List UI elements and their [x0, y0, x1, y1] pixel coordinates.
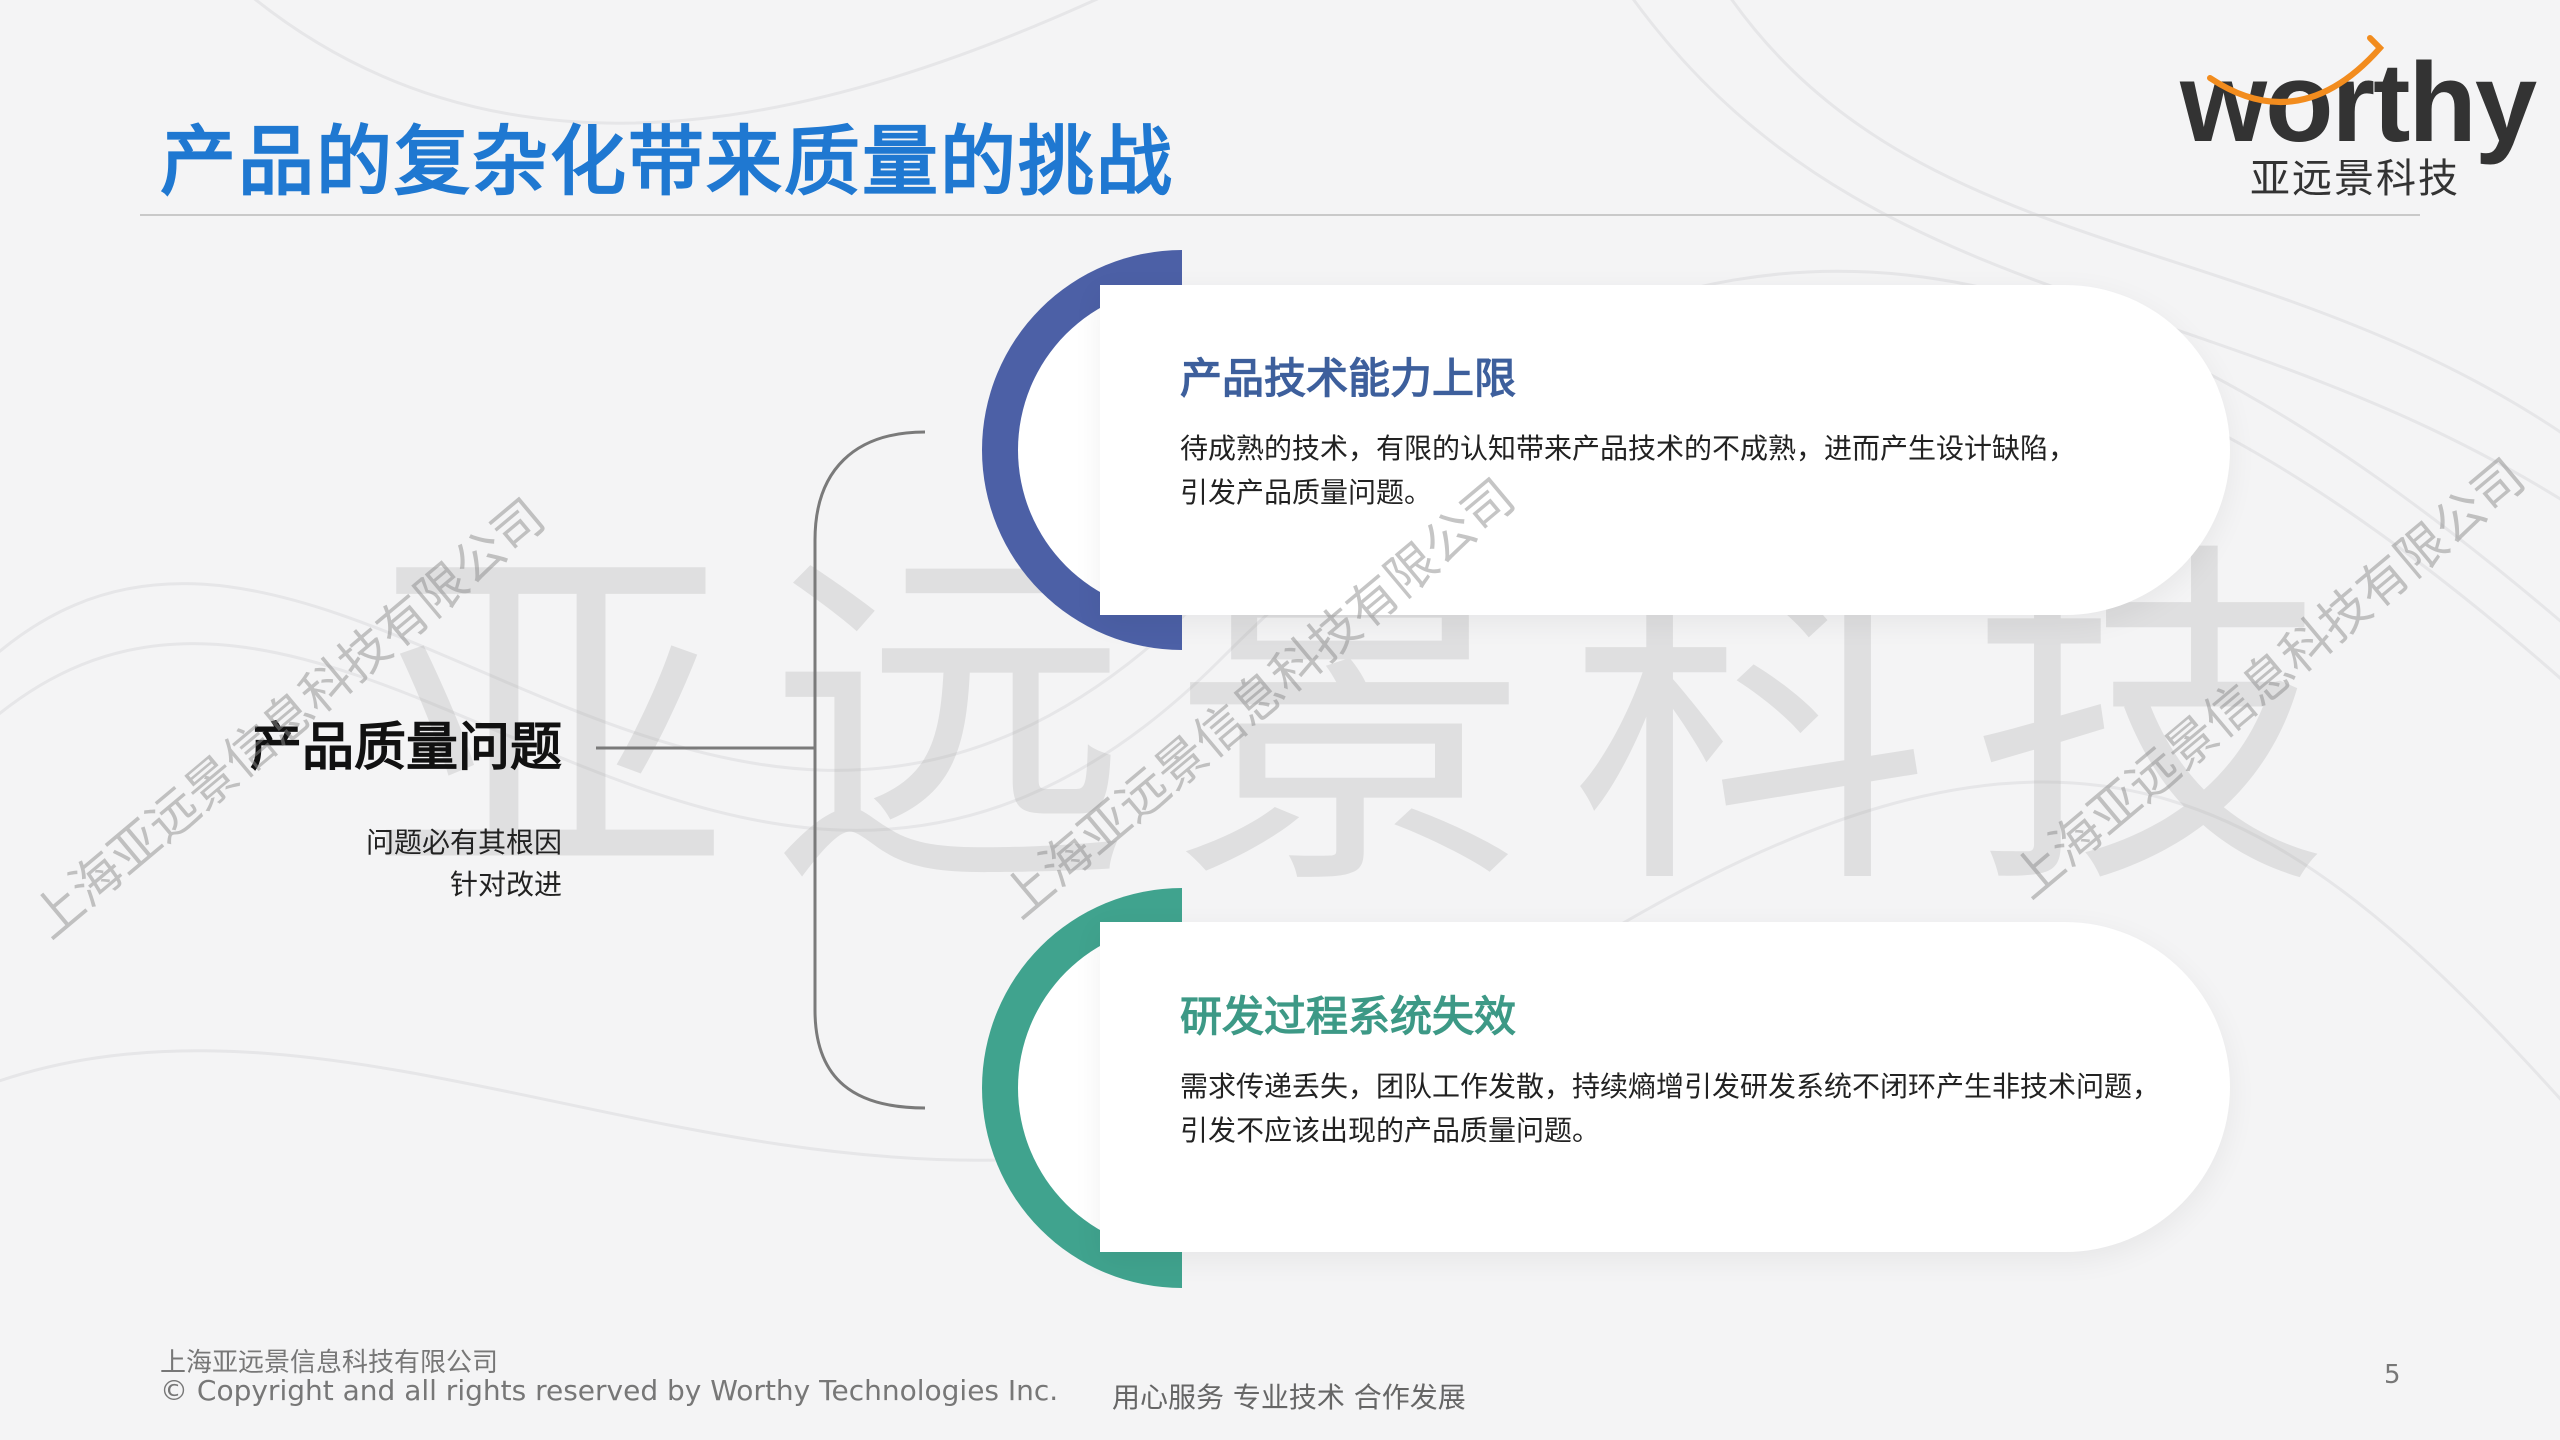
footer-slogan: 用心服务 专业技术 合作发展: [1112, 1381, 1466, 1414]
card-body: 需求传递丢失，团队工作发散，持续熵增引发研发系统不闭环产生非技术问题， 引发不应…: [1180, 1065, 2160, 1153]
page-number: 5: [2384, 1360, 2401, 1390]
left-panel-line: 针对改进: [449, 868, 562, 901]
card-title: 研发过程系统失效: [1180, 992, 1517, 1041]
left-panel-line: 问题必有其根因: [365, 826, 562, 859]
left-panel-subtext: 问题必有其根因 针对改进: [366, 822, 562, 906]
card-body: 待成熟的技术，有限的认知带来产品技术的不成熟，进而产生设计缺陷， 引发产品质量问…: [1180, 427, 2076, 515]
card-body-line: 引发产品质量问题。: [1180, 476, 1433, 509]
card-title: 产品技术能力上限: [1180, 354, 1517, 403]
card-body-line: 待成熟的技术，有限的认知带来产品技术的不成熟，进而产生设计缺陷，: [1180, 432, 2077, 465]
card-body-line: 需求传递丢失，团队工作发散，持续熵增引发研发系统不闭环产生非技术问题，: [1180, 1070, 2161, 1103]
card-body-line: 引发不应该出现的产品质量问题。: [1180, 1114, 1601, 1147]
footer-copyright: © Copyright and all rights reserved by W…: [160, 1374, 1059, 1407]
